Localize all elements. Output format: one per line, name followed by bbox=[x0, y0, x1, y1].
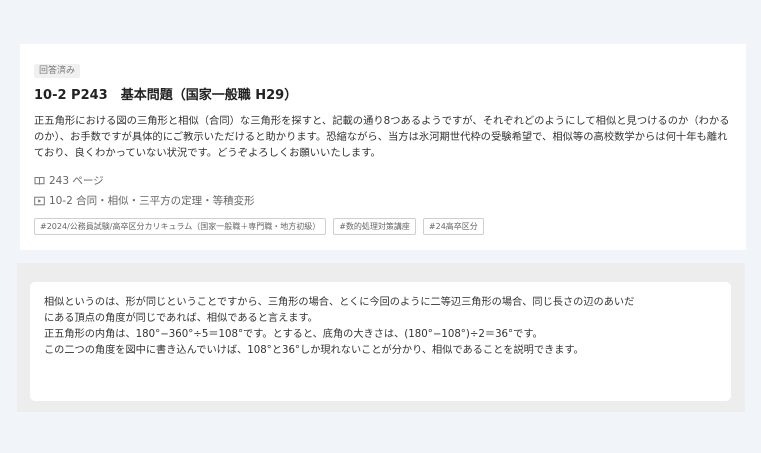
status-badge: 回答済み bbox=[34, 64, 81, 78]
answer-line: この二つの角度を図中に書き込んでいけば、108°と36°しか現れないことが分かり… bbox=[44, 345, 584, 356]
answer-card: 相似というのは、形が同じということですから、三角形の場合、とくに今回のように二等… bbox=[30, 282, 731, 401]
answer-line: にある頂点の角度が同じであれば、相似であると言えます。 bbox=[44, 313, 318, 324]
answer-line: 相似というのは、形が同じということですから、三角形の場合、とくに今回のように二等… bbox=[44, 297, 635, 308]
answer-line: 正五角形の内角は、180°−360°÷5＝108°です。とすると、底角の大きさは… bbox=[44, 329, 543, 340]
tag[interactable]: #24高卒区分 bbox=[422, 218, 484, 235]
page-label: 243 ページ bbox=[49, 175, 104, 187]
question-body: 正五角形における図の三角形と相似（合同）な三角形を探すと、記載の通り8つあるよう… bbox=[34, 115, 730, 159]
lesson-label: 10-2 合同・相似・三平方の定理・等積変形 bbox=[49, 195, 255, 207]
page-reference: 243 ページ bbox=[34, 173, 732, 189]
tag[interactable]: #数的処理対策講座 bbox=[333, 218, 416, 235]
tag[interactable]: #2024/公務員試験/高卒区分カリキュラム（国家一般職＋専門職・地方初級） bbox=[34, 218, 327, 235]
question-card: 回答済み 10-2 P243 基本問題（国家一般職 H29） 正五角形における図… bbox=[20, 44, 746, 250]
lesson-link[interactable]: 10-2 合同・相似・三平方の定理・等積変形 bbox=[34, 193, 732, 209]
tag-list: #2024/公務員試験/高卒区分カリキュラム（国家一般職＋専門職・地方初級） #… bbox=[34, 218, 732, 235]
video-play-icon bbox=[34, 196, 45, 207]
question-title: 10-2 P243 基本問題（国家一般職 H29） bbox=[34, 88, 298, 103]
book-icon bbox=[34, 176, 45, 187]
answer-panel: 相似というのは、形が同じということですから、三角形の場合、とくに今回のように二等… bbox=[17, 263, 745, 412]
